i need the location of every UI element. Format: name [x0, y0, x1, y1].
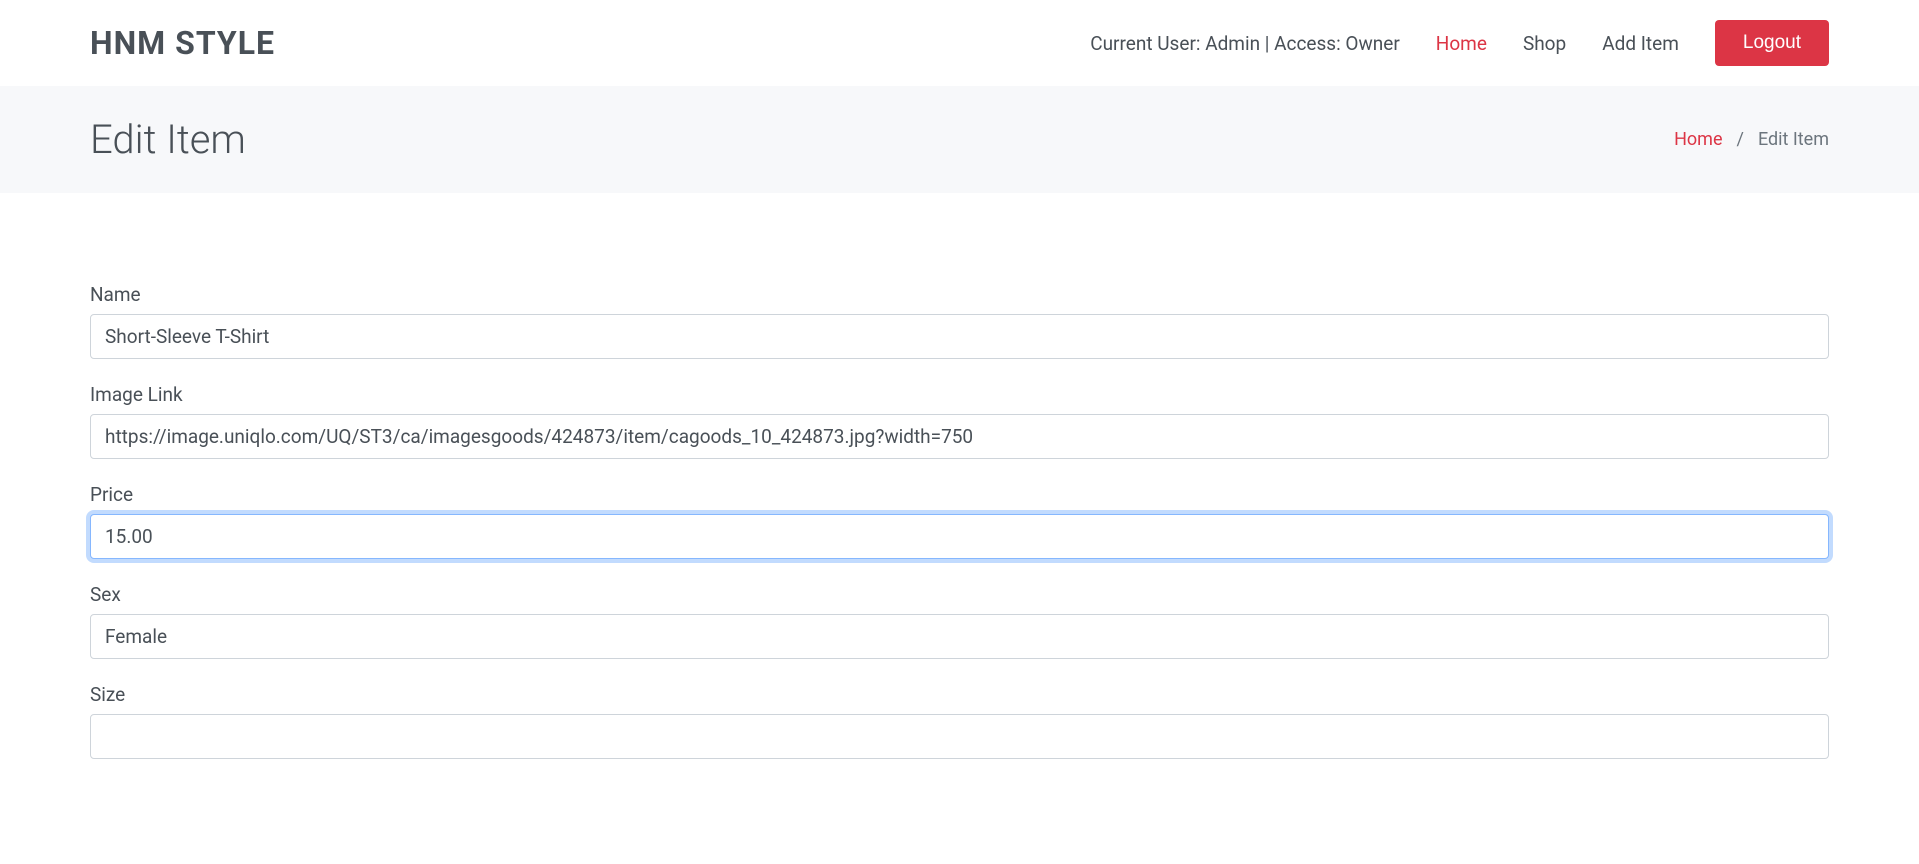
name-input[interactable]: [90, 314, 1829, 359]
sex-label: Sex: [90, 583, 1829, 606]
nav-home[interactable]: Home: [1436, 32, 1487, 55]
form-group-size: Size: [90, 683, 1829, 759]
sex-select[interactable]: Female: [90, 614, 1829, 659]
current-user-text: Current User: Admin | Access: Owner: [1090, 32, 1400, 55]
form-group-price: Price: [90, 483, 1829, 559]
logo: HNM STYLE: [90, 24, 275, 62]
nav-shop[interactable]: Shop: [1523, 32, 1566, 55]
form-group-image-link: Image Link: [90, 383, 1829, 459]
breadcrumb-section: Edit Item Home / Edit Item: [0, 86, 1919, 193]
name-label: Name: [90, 283, 1829, 306]
logout-button[interactable]: Logout: [1715, 20, 1829, 66]
size-select[interactable]: [90, 714, 1829, 759]
image-link-input[interactable]: [90, 414, 1829, 459]
breadcrumb-current: Edit Item: [1758, 129, 1829, 150]
breadcrumb: Home / Edit Item: [1674, 129, 1829, 150]
breadcrumb-separator: /: [1737, 129, 1744, 150]
breadcrumb-home-link[interactable]: Home: [1674, 129, 1722, 150]
header: HNM STYLE Current User: Admin | Access: …: [0, 0, 1919, 86]
image-link-label: Image Link: [90, 383, 1829, 406]
nav-add-item[interactable]: Add Item: [1602, 32, 1679, 55]
nav-right: Current User: Admin | Access: Owner Home…: [1090, 20, 1829, 66]
edit-item-form: Name Image Link Price Sex Female Size: [0, 193, 1919, 823]
size-label: Size: [90, 683, 1829, 706]
form-group-name: Name: [90, 283, 1829, 359]
form-group-sex: Sex Female: [90, 583, 1829, 659]
page-title: Edit Item: [90, 116, 246, 163]
price-label: Price: [90, 483, 1829, 506]
price-input[interactable]: [90, 514, 1829, 559]
